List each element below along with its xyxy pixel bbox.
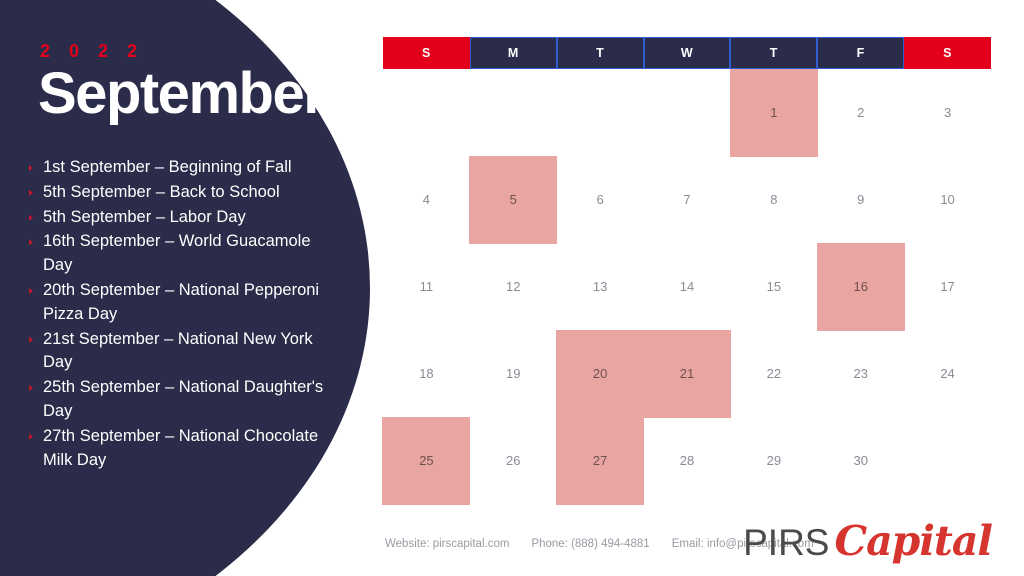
day-cell[interactable]: 5	[470, 156, 557, 243]
sidebar: 2 0 2 2 September 1st September – Beginn…	[0, 0, 360, 576]
day-cell[interactable]: 2	[817, 69, 904, 156]
day-cell[interactable]: 7	[644, 156, 731, 243]
weekday-header-cell: T	[556, 37, 644, 69]
calendar-slide: 2 0 2 2 September 1st September – Beginn…	[0, 0, 1024, 576]
footer-phone[interactable]: Phone: (888) 494-4881	[531, 538, 649, 550]
day-cell[interactable]: 15	[730, 243, 817, 330]
month-title: September	[38, 61, 326, 126]
day-cell[interactable]: 9	[817, 156, 904, 243]
day-cell[interactable]: 1	[730, 69, 817, 156]
logo-primary-text: PIRS	[743, 522, 830, 563]
event-item: 27th September – National Chocolate Milk…	[26, 425, 336, 473]
day-cell[interactable]: 24	[904, 330, 991, 417]
weekday-header-cell: F	[817, 37, 905, 69]
weekday-header-cell: T	[730, 37, 818, 69]
calendar-day-grid: 1 2 3 4 5 6 7 8 9 10 11 12 13 14 15 16 17 18 19 20 21 22 23 24 2…	[382, 68, 991, 509]
day-cell[interactable]: 27	[557, 417, 644, 504]
day-cell[interactable]: 22	[730, 330, 817, 417]
day-cell[interactable]: 10	[904, 156, 991, 243]
day-cell[interactable]: 11	[383, 243, 470, 330]
day-cell[interactable]: 13	[557, 243, 644, 330]
day-cell[interactable]: 16	[817, 243, 904, 330]
logo-secondary-text: Capital	[834, 517, 993, 565]
event-list: 1st September – Beginning of Fall 5th Sep…	[26, 156, 336, 473]
day-cell[interactable]: 17	[904, 243, 991, 330]
day-cell[interactable]: 29	[730, 417, 817, 504]
weekday-header-cell: S	[383, 37, 470, 69]
year-label: 2 0 2 2	[40, 41, 145, 61]
day-cell[interactable]: 21	[644, 330, 731, 417]
day-cell[interactable]: 26	[470, 417, 557, 504]
day-cell[interactable]: 25	[383, 417, 470, 504]
day-cell[interactable]: 23	[817, 330, 904, 417]
event-item: 5th September – Back to School	[26, 181, 336, 205]
day-cell[interactable]: 14	[644, 243, 731, 330]
day-cell[interactable]: 6	[557, 156, 644, 243]
day-cell[interactable]: 20	[557, 330, 644, 417]
day-cell[interactable]: 12	[470, 243, 557, 330]
day-cell[interactable]: 30	[817, 417, 904, 504]
footer-website[interactable]: Website: pirscapital.com	[385, 538, 509, 550]
event-item: 20th September – National Pepperoni Pizz…	[26, 279, 336, 327]
event-item: 25th September – National Daughter's Day	[26, 376, 336, 424]
day-cell[interactable]: 28	[644, 417, 731, 504]
weekday-header-cell: W	[643, 37, 731, 69]
event-item: 1st September – Beginning of Fall	[26, 156, 336, 180]
weekday-header-row: SMTWTFS	[383, 37, 992, 69]
event-item: 16th September – World Guacamole Day	[26, 230, 336, 278]
calendar: SMTWTFS 1 2 3 4 5 6 7 8 9 10 11 12 13 14 15 16 17 18 19 20 2…	[382, 37, 992, 509]
event-item: 21st September – National New York Day	[26, 328, 336, 376]
weekday-header-cell: S	[904, 37, 992, 69]
weekday-header-cell: M	[469, 37, 557, 69]
event-item: 5th September – Labor Day	[26, 206, 336, 230]
day-cell[interactable]: 18	[383, 330, 470, 417]
day-cell[interactable]: 3	[904, 69, 991, 156]
pirs-capital-logo: PIRS Capital	[743, 517, 993, 565]
day-cell[interactable]: 19	[470, 330, 557, 417]
day-cell[interactable]: 4	[383, 156, 470, 243]
day-cell[interactable]: 8	[730, 156, 817, 243]
